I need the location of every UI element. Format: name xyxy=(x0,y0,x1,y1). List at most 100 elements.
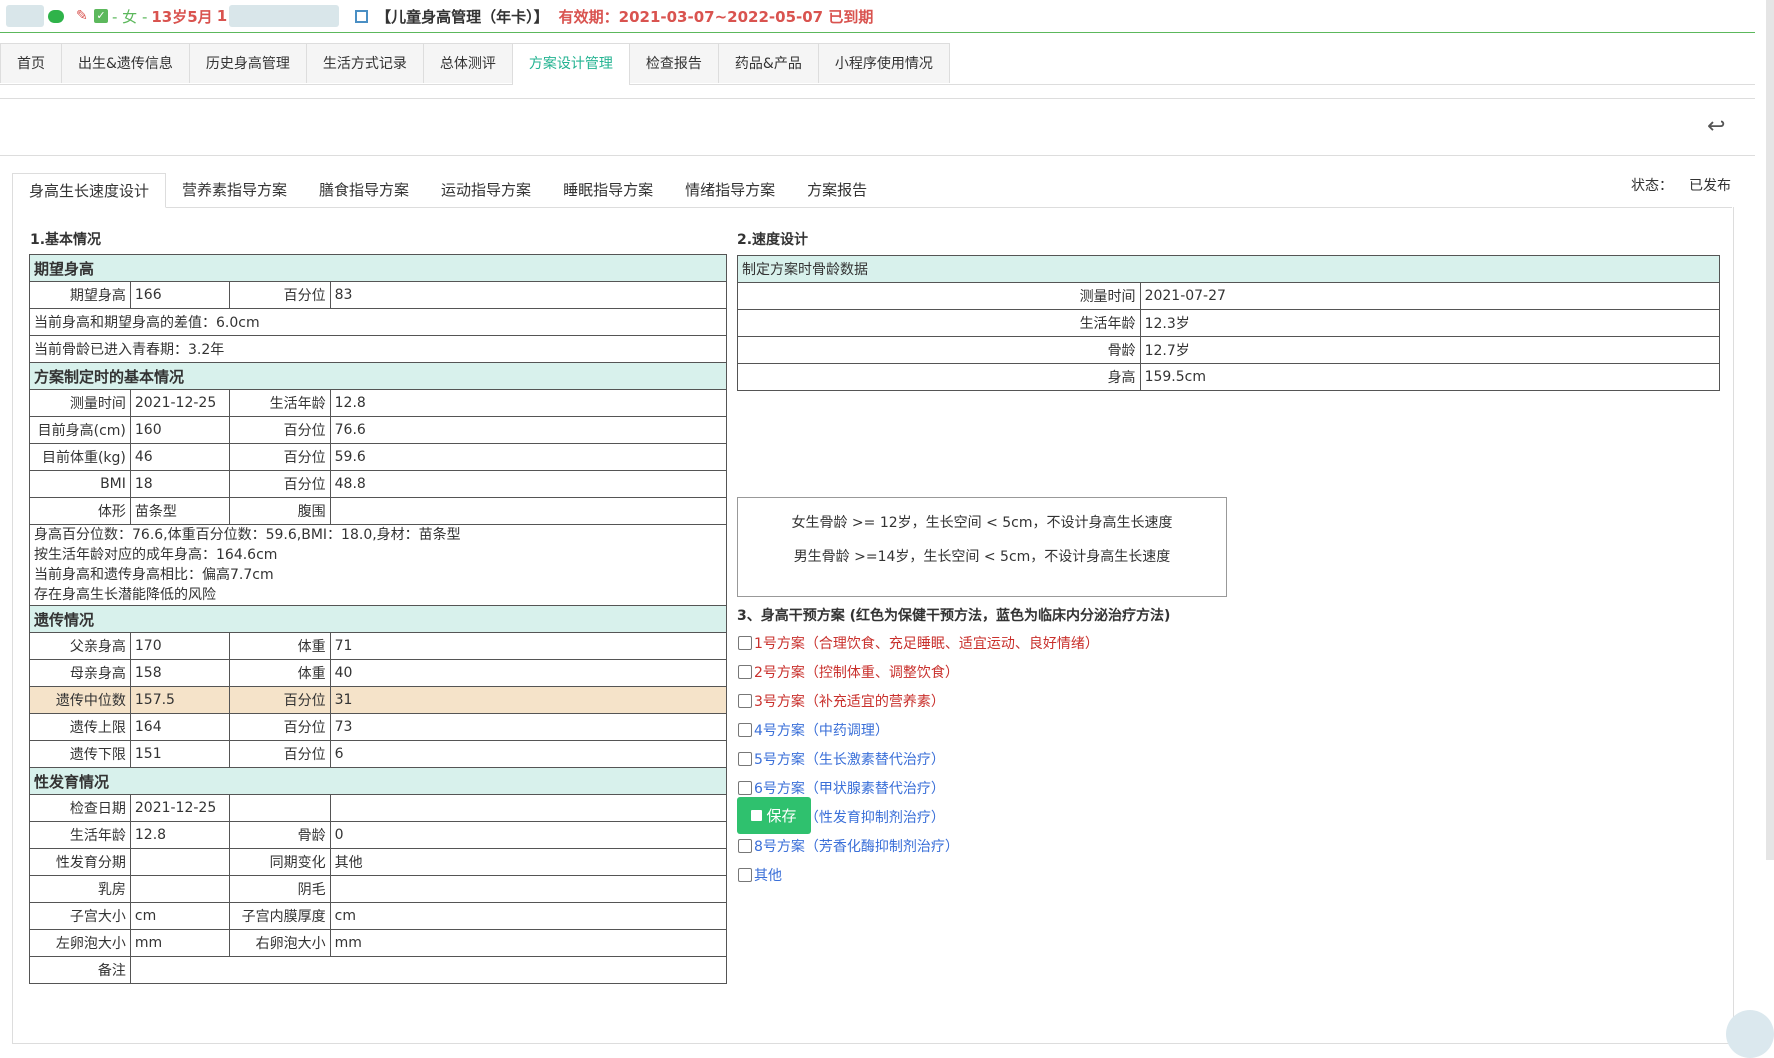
option-plan-2[interactable]: 2号方案（控制体重、调整饮食） xyxy=(738,662,959,682)
row-value: 12.8 xyxy=(129,821,230,849)
row-label: 生活年龄 xyxy=(228,389,331,417)
row-label: 父亲身高 xyxy=(29,632,131,660)
tab-height-history[interactable]: 历史身高管理 xyxy=(188,43,307,83)
row-label: 左卵泡大小 xyxy=(29,929,131,957)
tab-plan-design[interactable]: 方案设计管理 xyxy=(511,43,630,85)
status-value: 已发布 xyxy=(1689,178,1731,194)
row-value: 其他 xyxy=(329,848,728,876)
tab-lifestyle[interactable]: 生活方式记录 xyxy=(305,43,424,83)
option-label: 5号方案（生长激素替代治疗） xyxy=(754,752,945,768)
row-value: 76.6 xyxy=(329,416,728,444)
option-plan-8[interactable]: 8号方案（芳香化酶抑制剂治疗） xyxy=(738,836,959,856)
plan-3-checkbox[interactable] xyxy=(738,694,752,708)
row-label: 子宫大小 xyxy=(29,902,131,930)
main-tabs: 首页 出生&遗传信息 历史身高管理 生活方式记录 总体测评 方案设计管理 检查报… xyxy=(0,43,1755,85)
save-button[interactable]: 保存 xyxy=(737,797,811,834)
row-value: 2021-12-25 xyxy=(129,389,230,417)
membership-card: 【儿童身高管理（年卡）】 xyxy=(376,7,549,26)
subtab-sleep[interactable]: 睡眠指导方案 xyxy=(547,173,669,207)
table-row: 骨龄 12.7岁 xyxy=(737,336,1721,364)
page-scrollbar[interactable] xyxy=(1766,0,1774,860)
row-label: 体重 xyxy=(228,632,331,660)
plan-8-checkbox[interactable] xyxy=(738,839,752,853)
tab-birth-heredity[interactable]: 出生&遗传信息 xyxy=(61,43,190,83)
plan-5-checkbox[interactable] xyxy=(738,752,752,766)
table-row: 母亲身高 158 体重 40 xyxy=(29,659,728,687)
tab-miniprogram[interactable]: 小程序使用情况 xyxy=(817,43,950,83)
option-plan-1[interactable]: 1号方案（合理饮食、充足睡眠、适宜运动、良好情绪） xyxy=(738,633,1099,653)
subtab-exercise[interactable]: 运动指导方案 xyxy=(425,173,547,207)
plan-4-checkbox[interactable] xyxy=(738,723,752,737)
edit-icon[interactable]: ✎ xyxy=(76,9,90,23)
plan-6-checkbox[interactable] xyxy=(738,781,752,795)
row-value: 46 xyxy=(129,443,230,471)
row-label: 子宫内膜厚度 xyxy=(228,902,331,930)
row-label: 生活年龄 xyxy=(737,309,1141,337)
bone-age-header: 制定方案时骨龄数据 xyxy=(737,255,1720,283)
qrcode-icon[interactable] xyxy=(355,9,369,23)
note-adult-height: 按生活年龄对应的成年身高：164.6cm xyxy=(34,547,278,563)
row-value: 151 xyxy=(129,740,230,768)
table-row: 身高 159.5cm xyxy=(737,363,1721,391)
option-plan-5[interactable]: 5号方案（生长激素替代治疗） xyxy=(738,749,945,769)
row-label: 骨龄 xyxy=(228,821,331,849)
tab-reports[interactable]: 检查报告 xyxy=(628,43,719,83)
row-value: 40 xyxy=(329,659,728,687)
row-value: 159.5cm xyxy=(1139,363,1721,391)
row-value xyxy=(129,875,230,903)
plan-basic-header: 方案制定时的基本情况 xyxy=(29,362,727,390)
plan-2-checkbox[interactable] xyxy=(738,665,752,679)
row-value: 158 xyxy=(129,659,230,687)
subtab-plan-report[interactable]: 方案报告 xyxy=(791,173,883,207)
option-plan-6[interactable]: 6号方案（甲状腺素替代治疗） xyxy=(738,778,945,798)
row-label: 百分位 xyxy=(228,713,331,741)
row-label: 百分位 xyxy=(228,443,331,471)
row-label: 遗传上限 xyxy=(29,713,131,741)
subtab-growth-speed[interactable]: 身高生长速度设计 xyxy=(12,173,167,208)
row-label: 目前体重(kg) xyxy=(29,443,131,471)
patient-gender: - 女 - xyxy=(112,7,148,26)
wechat-icon xyxy=(48,9,64,23)
expected-height-header: 期望身高 xyxy=(29,254,727,282)
row-value: 苗条型 xyxy=(129,497,230,525)
row-value: 12.7岁 xyxy=(1139,336,1721,364)
row-label: 百分位 xyxy=(228,740,331,768)
expected-pct-label: 百分位 xyxy=(228,281,331,309)
basic-info-table: 期望身高 期望身高 166 百分位 83 当前身高和期望身高的差值：6.0cm … xyxy=(29,254,728,984)
row-value: 48.8 xyxy=(329,470,728,498)
subtab-nutrient[interactable]: 营养素指导方案 xyxy=(166,173,303,207)
table-row: 检查日期 2021-12-25 xyxy=(29,794,728,822)
option-other[interactable]: 其他 xyxy=(738,865,782,885)
table-row: 左卵泡大小 mm 右卵泡大小 mm xyxy=(29,929,728,957)
row-value: 160 xyxy=(129,416,230,444)
subtab-emotion[interactable]: 情绪指导方案 xyxy=(669,173,791,207)
row-value: 71 xyxy=(329,632,728,660)
section-basic-title: 1.基本情况 xyxy=(30,232,102,248)
tab-products[interactable]: 药品&产品 xyxy=(717,43,819,83)
table-row: 生活年龄 12.3岁 xyxy=(737,309,1721,337)
tab-home[interactable]: 首页 xyxy=(0,43,62,83)
section-intervention-title: 3、身高干预方案 (红色为保健干预方法，蓝色为临床内分泌治疗方法) xyxy=(737,608,1171,624)
option-plan-3[interactable]: 3号方案（补充适宜的营养素） xyxy=(738,691,945,711)
row-value: 157.5 xyxy=(129,686,230,714)
chat-icon[interactable] xyxy=(1726,1010,1774,1058)
other-checkbox[interactable] xyxy=(738,868,752,882)
table-row: 乳房 阴毛 xyxy=(29,875,728,903)
section-speed-title: 2.速度设计 xyxy=(737,232,809,248)
subtab-diet[interactable]: 膳食指导方案 xyxy=(303,173,425,207)
status-label: 状态： xyxy=(1631,178,1673,194)
tab-evaluation[interactable]: 总体测评 xyxy=(422,43,513,83)
remark-label: 备注 xyxy=(29,956,131,984)
note-percentile: 身高百分位数：76.6,体重百分位数：59.6,BMI：18.0,身材：苗条型 xyxy=(34,527,461,543)
plan-1-checkbox[interactable] xyxy=(738,636,752,650)
row-label: 百分位 xyxy=(228,686,331,714)
expected-pct-value: 83 xyxy=(329,281,728,309)
back-icon[interactable]: ↩ xyxy=(1707,116,1731,138)
row-label: 百分位 xyxy=(228,470,331,498)
row-label: 体形 xyxy=(29,497,131,525)
table-row: 测量时间 2021-07-27 xyxy=(737,282,1721,310)
option-plan-4[interactable]: 4号方案（中药调理） xyxy=(738,720,889,740)
redacted-name xyxy=(6,5,44,27)
option-label: 3号方案（补充适宜的营养素） xyxy=(754,694,945,710)
speed-rules-box: 女生骨龄 >= 12岁，生长空间 < 5cm，不设计身高生长速度 男生骨龄 >=… xyxy=(737,497,1227,597)
